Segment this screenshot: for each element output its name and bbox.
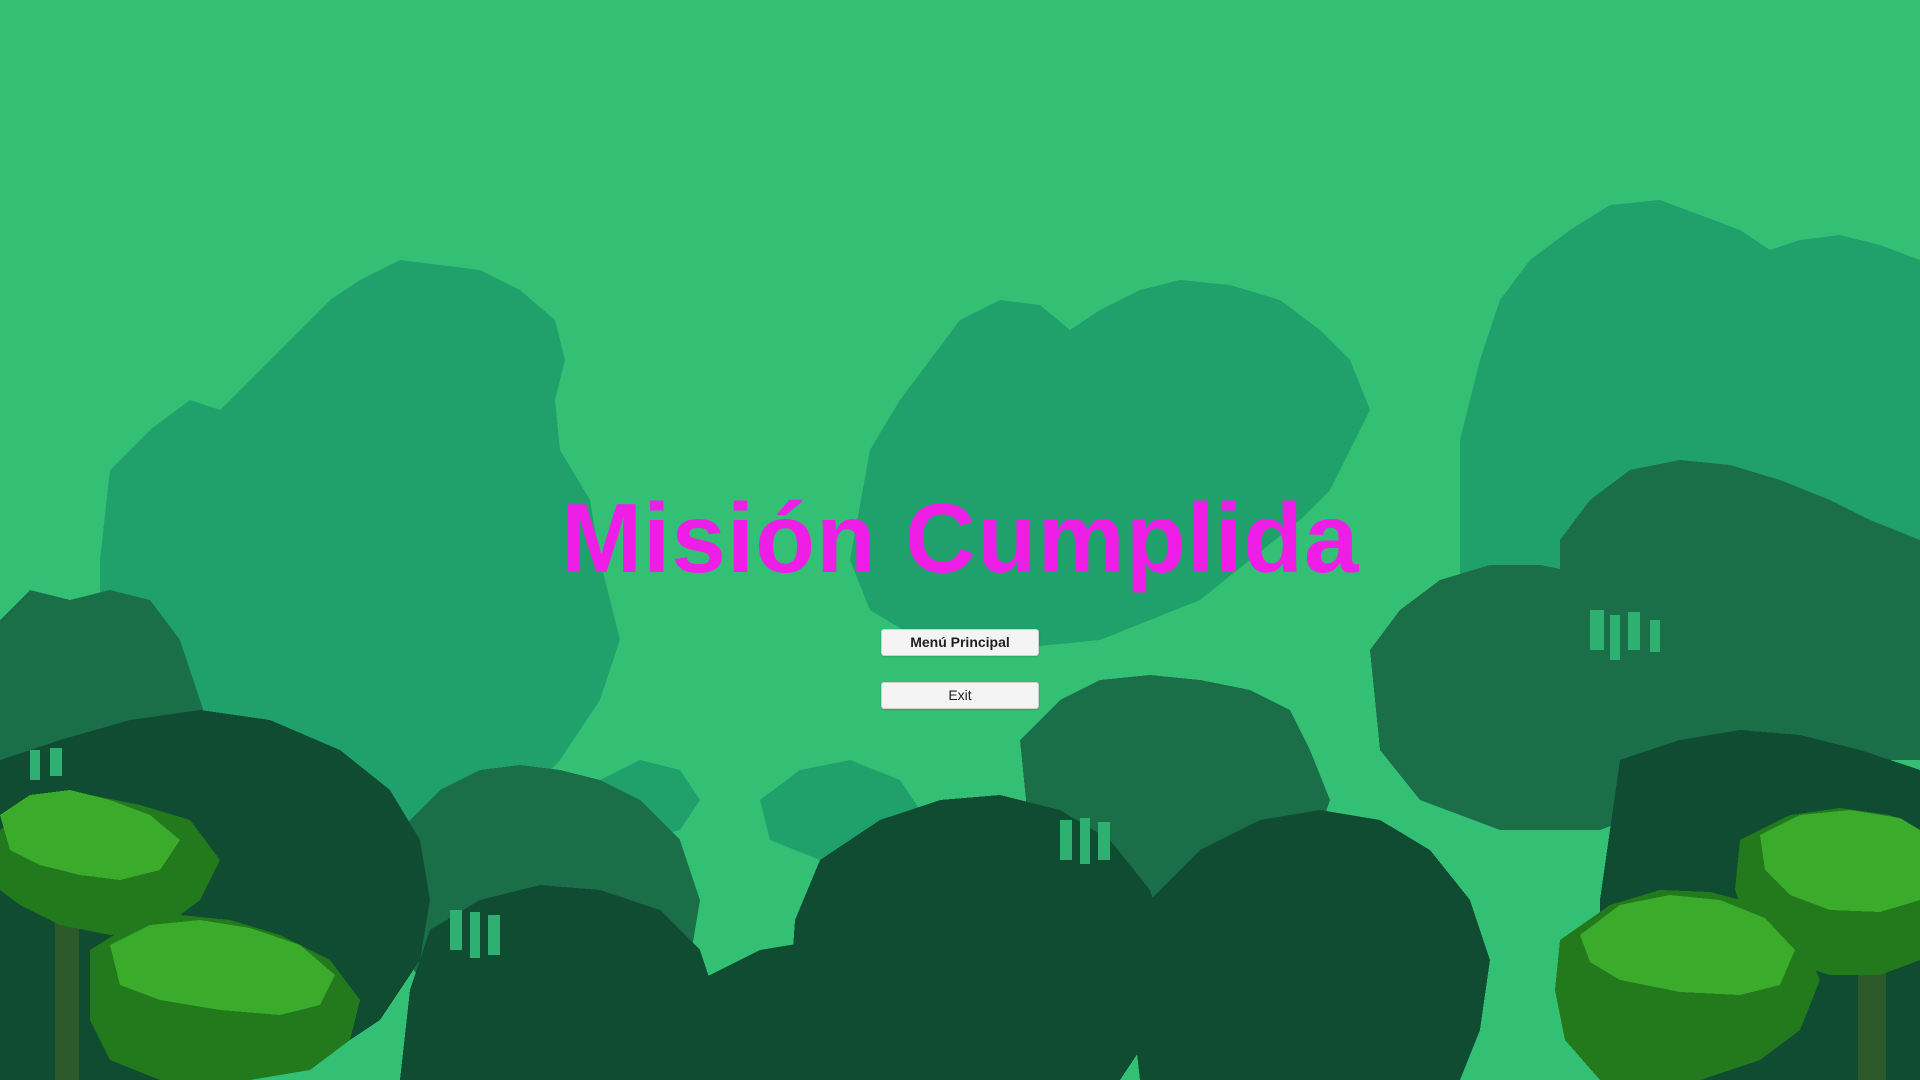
mission-complete-title: Misión Cumplida: [560, 483, 1360, 593]
exit-button[interactable]: Exit: [881, 682, 1039, 709]
main-menu-button[interactable]: Menú Principal: [881, 629, 1039, 656]
